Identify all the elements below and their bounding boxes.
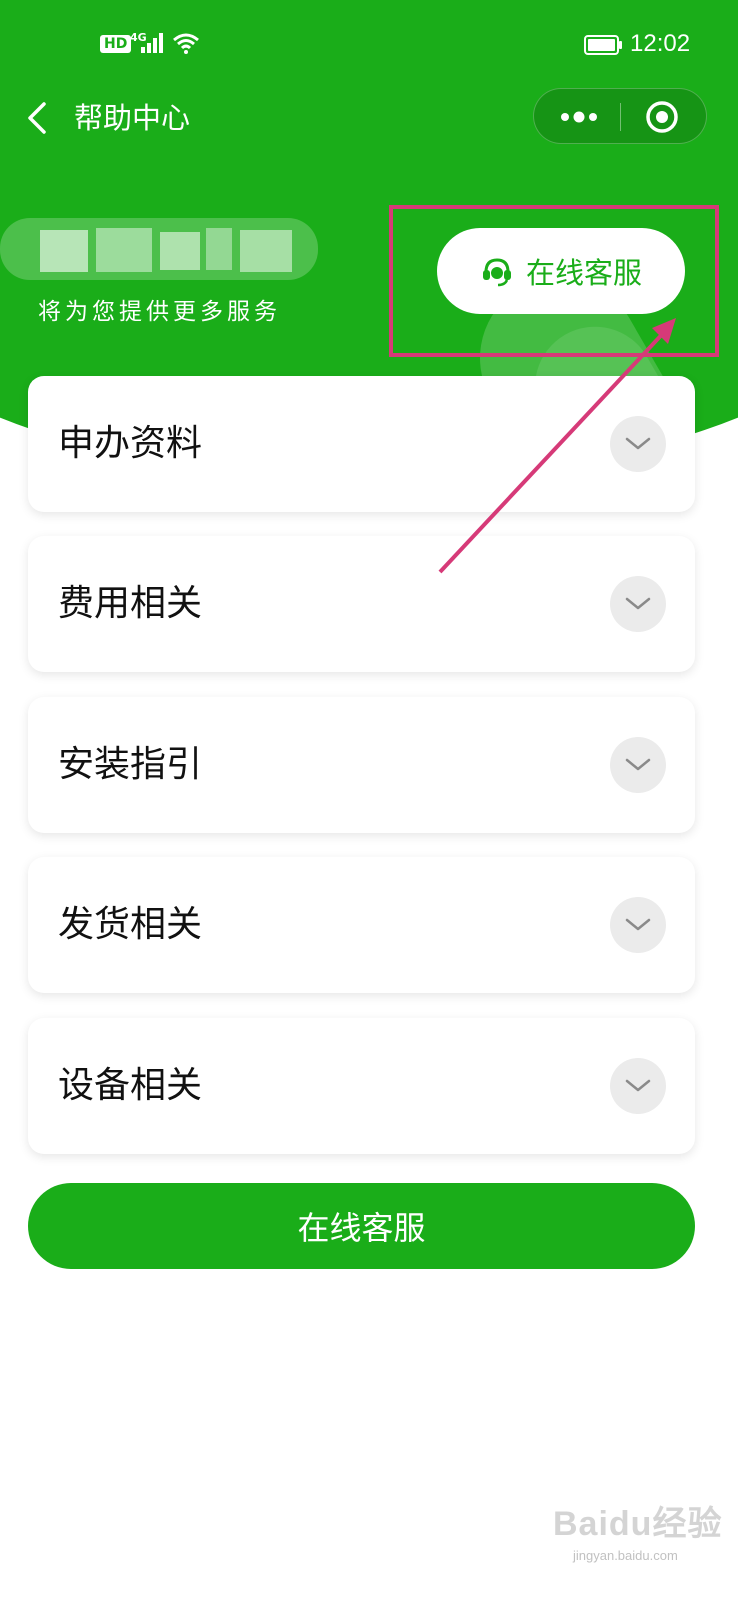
faq-section-title: 费用相关: [58, 583, 203, 624]
miniprogram-capsule: [533, 88, 707, 144]
chevron-down-icon: [625, 1079, 651, 1092]
page-title: 帮助中心: [74, 101, 191, 135]
user-name-blurred: [0, 210, 318, 282]
capsule-divider: [620, 103, 621, 131]
battery-icon: [584, 35, 622, 55]
header-subtitle: 将为您提供更多服务: [38, 299, 281, 325]
wifi-icon: [173, 33, 199, 54]
faq-section-title: 申办资料: [58, 423, 203, 464]
chevron-down-icon: [625, 597, 651, 610]
chevron-left-icon[interactable]: [22, 96, 58, 140]
target-circle-icon[interactable]: [644, 99, 680, 135]
chevron-down-icon: [625, 918, 651, 931]
faq-section-title: 设备相关: [58, 1065, 203, 1106]
help-center-screen: HD 4G 12:02 帮助中心 将为您提供更多服务 在线客服 申办资料 费用相…: [0, 0, 738, 1600]
status-bar: HD 4G 12:02: [0, 0, 738, 90]
watermark-sub: jingyan.baidu.com: [573, 1548, 678, 1563]
more-dots-icon[interactable]: [554, 101, 604, 133]
faq-section[interactable]: 发货相关: [28, 857, 695, 993]
clock: 12:02: [630, 30, 691, 57]
expand-toggle[interactable]: [610, 737, 666, 793]
hd-indicator: HD: [100, 35, 132, 53]
faq-section[interactable]: 安装指引: [28, 697, 695, 833]
signal-icon: [141, 33, 163, 53]
chevron-down-icon: [625, 758, 651, 771]
watermark-main: Baidu经验: [553, 1505, 723, 1543]
expand-toggle[interactable]: [610, 576, 666, 632]
baidu-watermark: Baidu经验 jingyan.baidu.com: [545, 1490, 735, 1570]
faq-section[interactable]: 设备相关: [28, 1018, 695, 1154]
faq-section-title: 发货相关: [58, 904, 203, 945]
expand-toggle[interactable]: [610, 897, 666, 953]
expand-toggle[interactable]: [610, 1058, 666, 1114]
annotation-arrow: [438, 318, 676, 574]
faq-section-title: 安装指引: [58, 744, 203, 785]
online-service-bottom-button[interactable]: 在线客服: [28, 1183, 695, 1269]
